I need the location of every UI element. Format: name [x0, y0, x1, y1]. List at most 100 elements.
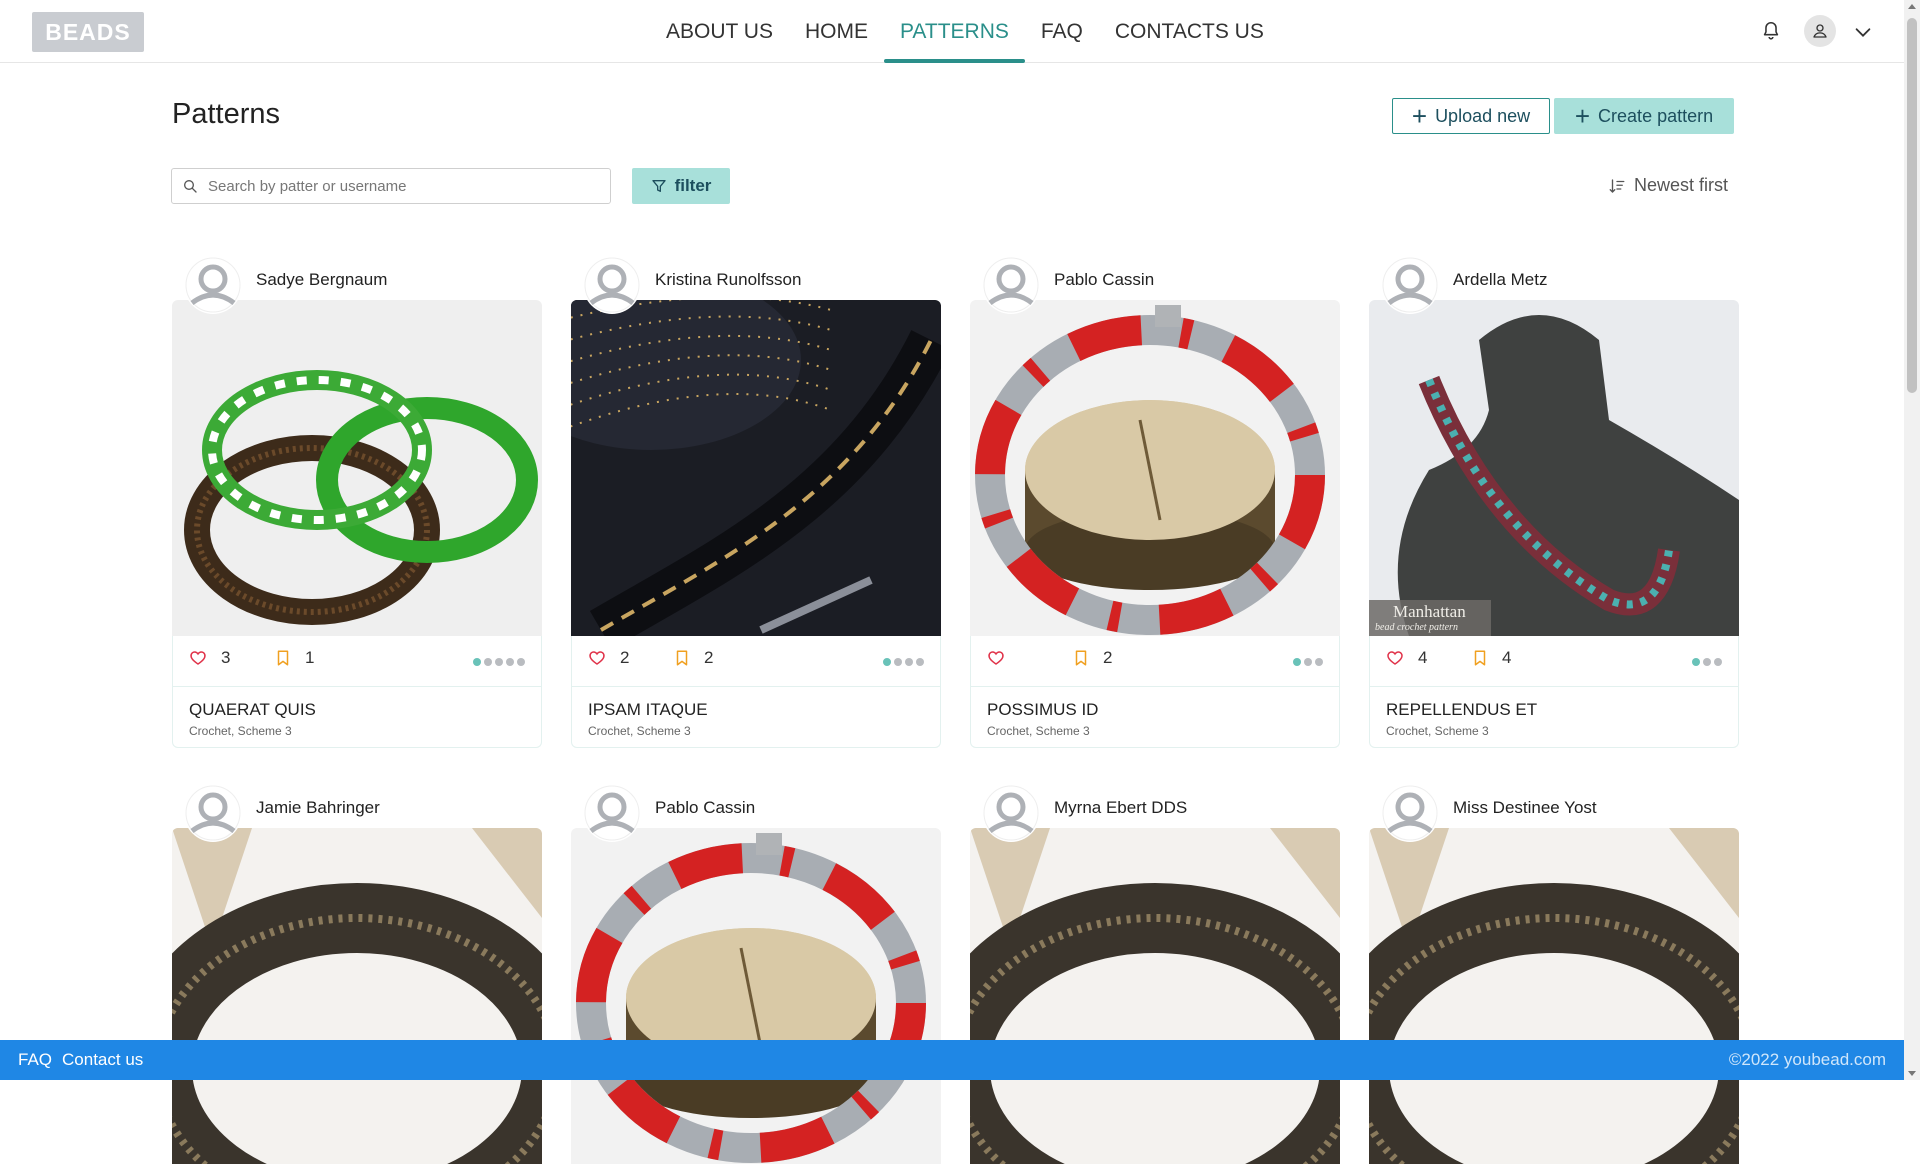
bell-icon[interactable] — [1760, 20, 1782, 42]
author-avatar[interactable] — [583, 784, 641, 842]
sort-dropdown[interactable]: Newest first — [1608, 175, 1728, 196]
carousel-dot[interactable] — [473, 658, 481, 666]
carousel-dot[interactable] — [1714, 658, 1722, 666]
bookmark-icon[interactable] — [674, 649, 690, 667]
pattern-image[interactable] — [970, 300, 1340, 636]
author-name[interactable]: Miss Destinee Yost — [1453, 798, 1597, 818]
card-author[interactable]: Kristina Runolfsson — [583, 256, 801, 314]
carousel-dot[interactable] — [1304, 658, 1312, 666]
watermark-subtitle: bead crochet pattern — [1375, 622, 1458, 633]
author-name[interactable]: Ardella Metz — [1453, 270, 1547, 290]
heart-icon[interactable] — [987, 649, 1005, 667]
author-avatar[interactable] — [982, 256, 1040, 314]
saves-stat[interactable]: 2 — [1073, 648, 1159, 668]
pattern-subtitle: Crochet, Scheme 3 — [1386, 724, 1489, 738]
bookmark-icon[interactable] — [275, 649, 291, 667]
author-name[interactable]: Myrna Ebert DDS — [1054, 798, 1187, 818]
scroll-up-arrow-icon[interactable] — [1908, 4, 1916, 9]
carousel-dot[interactable] — [517, 658, 525, 666]
card-author[interactable]: Myrna Ebert DDS — [982, 784, 1187, 842]
pattern-image[interactable] — [571, 828, 941, 1164]
carousel-dot[interactable] — [1703, 658, 1711, 666]
likes-count: 4 — [1418, 648, 1428, 667]
pattern-image[interactable] — [970, 828, 1340, 1164]
card-author[interactable]: Ardella Metz — [1381, 256, 1547, 314]
carousel-dot[interactable] — [894, 658, 902, 666]
likes-stat[interactable]: 2 — [588, 648, 674, 668]
nav-about-us[interactable]: ABOUT US — [650, 0, 789, 63]
scrollbar-thumb[interactable] — [1907, 18, 1917, 393]
heart-icon[interactable] — [588, 649, 606, 667]
card-author[interactable]: Pablo Cassin — [982, 256, 1154, 314]
carousel-dot[interactable] — [883, 658, 891, 666]
author-name[interactable]: Sadye Bergnaum — [256, 270, 387, 290]
logo[interactable]: BEADS — [32, 12, 144, 52]
likes-stat[interactable] — [987, 649, 1073, 667]
user-avatar-icon — [584, 257, 640, 313]
pattern-title[interactable]: REPELLENDUS ET — [1386, 700, 1537, 720]
search-input[interactable] — [208, 177, 588, 195]
card-author[interactable]: Jamie Bahringer — [184, 784, 380, 842]
carousel-dot[interactable] — [506, 658, 514, 666]
card-meta: 2 POSSIMUS ID Crochet, Scheme 3 — [970, 636, 1340, 748]
chevron-down-icon[interactable] — [1852, 21, 1874, 43]
saves-stat[interactable]: 4 — [1472, 648, 1558, 668]
bookmark-icon[interactable] — [1472, 649, 1488, 667]
pattern-title[interactable]: IPSAM ITAQUE — [588, 700, 708, 720]
carousel-dot[interactable] — [1293, 658, 1301, 666]
pattern-image[interactable] — [172, 828, 542, 1164]
image-watermark: Manhattan bead crochet pattern — [1375, 602, 1466, 633]
author-avatar[interactable] — [184, 256, 242, 314]
user-menu-button[interactable] — [1804, 15, 1836, 47]
carousel-dot[interactable] — [1315, 658, 1323, 666]
carousel-dot[interactable] — [495, 658, 503, 666]
author-name[interactable]: Pablo Cassin — [655, 798, 755, 818]
pattern-title[interactable]: QUAERAT QUIS — [189, 700, 316, 720]
nav-home[interactable]: HOME — [789, 0, 884, 63]
card-meta: 4 4 REPELLENDUS ET Crochet, Scheme 3 — [1369, 636, 1739, 748]
pattern-image[interactable] — [172, 300, 542, 636]
card-author[interactable]: Miss Destinee Yost — [1381, 784, 1597, 842]
scroll-down-arrow-icon[interactable] — [1908, 1071, 1916, 1076]
carousel-dot[interactable] — [916, 658, 924, 666]
carousel-dot[interactable] — [1692, 658, 1700, 666]
footer-faq-link[interactable]: FAQ — [18, 1050, 52, 1070]
create-pattern-button[interactable]: + Create pattern — [1554, 98, 1734, 134]
author-name[interactable]: Pablo Cassin — [1054, 270, 1154, 290]
heart-icon[interactable] — [1386, 649, 1404, 667]
saves-count: 2 — [704, 648, 714, 667]
page-scrollbar[interactable] — [1904, 0, 1920, 1080]
pattern-image[interactable] — [1369, 828, 1739, 1164]
search-box[interactable] — [171, 168, 611, 204]
footer-contact-link[interactable]: Contact us — [62, 1050, 143, 1070]
pattern-image[interactable]: Manhattan bead crochet pattern — [1369, 300, 1739, 636]
author-avatar[interactable] — [583, 256, 641, 314]
saves-stat[interactable]: 2 — [674, 648, 760, 668]
plus-icon: + — [1574, 101, 1591, 131]
card-author[interactable]: Sadye Bergnaum — [184, 256, 387, 314]
heart-icon[interactable] — [189, 649, 207, 667]
card-author[interactable]: Pablo Cassin — [583, 784, 755, 842]
author-avatar[interactable] — [1381, 256, 1439, 314]
author-avatar[interactable] — [982, 784, 1040, 842]
likes-stat[interactable]: 3 — [189, 648, 275, 668]
carousel-dot[interactable] — [905, 658, 913, 666]
divider — [572, 686, 940, 687]
user-avatar-icon — [1382, 257, 1438, 313]
saves-stat[interactable]: 1 — [275, 648, 361, 668]
pattern-image[interactable] — [571, 300, 941, 636]
pattern-title[interactable]: POSSIMUS ID — [987, 700, 1098, 720]
carousel-dot[interactable] — [484, 658, 492, 666]
likes-stat[interactable]: 4 — [1386, 648, 1472, 668]
author-avatar[interactable] — [184, 784, 242, 842]
user-avatar-icon — [1382, 785, 1438, 841]
nav-faq[interactable]: FAQ — [1025, 0, 1099, 63]
filter-button[interactable]: filter — [632, 168, 730, 204]
author-name[interactable]: Jamie Bahringer — [256, 798, 380, 818]
author-name[interactable]: Kristina Runolfsson — [655, 270, 801, 290]
bookmark-icon[interactable] — [1073, 649, 1089, 667]
author-avatar[interactable] — [1381, 784, 1439, 842]
nav-contacts-us[interactable]: CONTACTS US — [1099, 0, 1280, 63]
upload-new-button[interactable]: + Upload new — [1392, 98, 1550, 134]
nav-patterns[interactable]: PATTERNS — [883, 0, 1025, 63]
